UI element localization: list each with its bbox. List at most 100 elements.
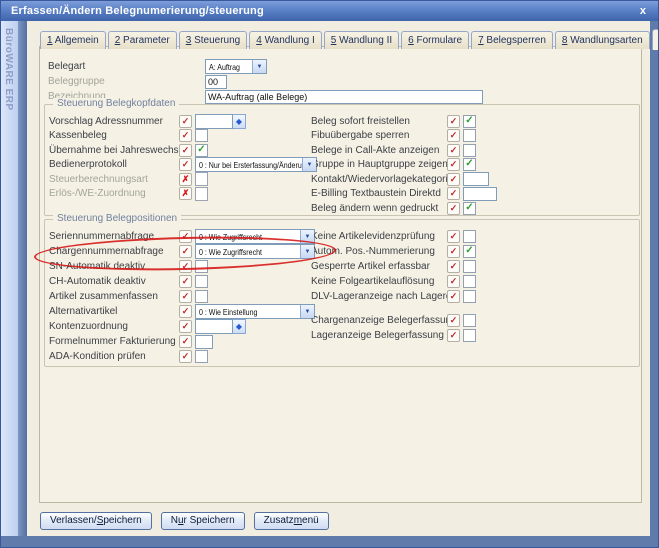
chevron-down-icon[interactable]: ▼ [302,158,316,171]
edit-allowed-icon[interactable]: ✓ [179,320,192,333]
dropdown-chargennummernabfrage[interactable]: 0 : Wie Zugriffsrecht▼ [195,244,315,259]
edit-locked-icon[interactable]: ✗ [179,187,192,200]
tab-3-steuerung[interactable]: 3 Steuerung [179,31,248,49]
text-input-beleggruppe[interactable]: 00 [205,75,227,89]
edit-allowed-icon[interactable]: ✓ [447,129,460,142]
form-row-erl-s-we-zuordnung: Erlös-/WE-Zuordnung✗ [49,187,317,202]
spin-field[interactable] [195,319,233,334]
text-input-formelnummer-fakturierung[interactable] [195,335,213,349]
checkbox-keine-folgeartikelaufl-sung[interactable] [463,275,476,288]
checkbox-sn-automatik-deaktiv[interactable] [195,260,208,273]
edit-allowed-icon[interactable]: ✓ [179,260,192,273]
field-label: Lageranzeige Belegerfassung [311,330,447,341]
dropdown-alternativartikel[interactable]: 0 : Wie Einstellung▼ [195,304,315,319]
checkbox-autom-pos-nummerierung[interactable]: ✓ [463,245,476,258]
edit-allowed-icon[interactable]: ✓ [179,290,192,303]
checkbox-gesperrte-artikel-erfassbar[interactable] [463,260,476,273]
checkbox-artikel-zusammenfassen[interactable] [195,290,208,303]
edit-allowed-icon[interactable]: ✓ [447,144,460,157]
tab-7-belegsperren[interactable]: 7 Belegsperren [471,31,553,49]
edit-allowed-icon[interactable]: ✓ [447,290,460,303]
edit-allowed-icon[interactable]: ✓ [447,230,460,243]
edit-allowed-icon[interactable]: ✓ [179,245,192,258]
edit-allowed-icon[interactable]: ✓ [447,329,460,342]
field-label: ADA-Kondition prüfen [49,351,179,362]
text-input-bezeichnung[interactable]: WA-Auftrag (alle Belege) [205,90,483,104]
group-title: Steuerung Belegpositionen [53,213,181,224]
diamond-lookup-icon[interactable]: ◆ [233,114,246,129]
tab-5-wandlung-ii[interactable]: 5 Wandlung II [324,31,399,49]
field-label: Gesperrte Artikel erfassbar [311,261,447,272]
dropdown-seriennummernabfrage[interactable]: 0 : Wie Zugriffsrecht▼ [195,229,315,244]
form-row-dlv-lageranzeige-nach-lagerort: DLV-Lageranzeige nach Lagerort✓ [311,289,476,304]
tab-8-wandlungsarten[interactable]: 8 Wandlungsarten [555,31,650,49]
edit-allowed-icon[interactable]: ✓ [179,115,192,128]
checkbox-bernahme-bei-jahreswechsel[interactable]: ✓ [195,144,208,157]
checkbox-beleg-sofort-freistellen[interactable]: ✓ [463,115,476,128]
checkbox-chargenanzeige-belegerfassung[interactable] [463,314,476,327]
chevron-down-icon[interactable]: ▼ [300,230,314,243]
edit-allowed-icon[interactable]: ✓ [447,158,460,171]
checkbox-dlv-lageranzeige-nach-lagerort[interactable] [463,290,476,303]
edit-allowed-icon[interactable]: ✓ [179,158,192,171]
disabled-box [195,172,208,186]
title-bar[interactable]: Erfassen/Ändern Belegnumerierung/steueru… [1,1,658,21]
checkbox-beleg-ndern-wenn-gedruckt[interactable]: ✓ [463,202,476,215]
edit-allowed-icon[interactable]: ✓ [447,275,460,288]
field-label: Artikel zusammenfassen [49,291,179,302]
chevron-down-icon[interactable]: ▼ [252,60,266,73]
checkbox-ada-kondition-pr-fen[interactable] [195,350,208,363]
tab-a-sonstige[interactable]: A Sonstige [652,29,659,50]
group-steuerung-belegkopfdaten: Steuerung Belegkopfdaten Vorschlag Adres… [44,104,640,216]
text-input-e-billing-textbaustein-direktd[interactable] [463,187,497,201]
checkbox-gruppe-in-hauptgruppe-zeigen[interactable]: ✓ [463,158,476,171]
group-column-left: Vorschlag Adressnummer✓◆Kassenbeleg✓Über… [49,114,317,201]
checkbox-kassenbeleg[interactable] [195,129,208,142]
edit-allowed-icon[interactable]: ✓ [179,335,192,348]
checkbox-fibu-bergabe-sperren[interactable] [463,129,476,142]
edit-allowed-icon[interactable]: ✓ [179,129,192,142]
chevron-down-icon[interactable]: ▼ [300,305,314,318]
edit-allowed-icon[interactable]: ✓ [447,115,460,128]
spin-field[interactable] [195,114,233,129]
edit-locked-icon[interactable]: ✗ [179,173,192,186]
checkbox-lageranzeige-belegerfassung[interactable] [463,329,476,342]
edit-allowed-icon[interactable]: ✓ [179,144,192,157]
button-verlassen-speichern[interactable]: Verlassen/Speichern [40,512,152,530]
edit-allowed-icon[interactable]: ✓ [179,350,192,363]
checkbox-belege-in-call-akte-anzeigen[interactable] [463,144,476,157]
edit-allowed-icon[interactable]: ✓ [447,173,460,186]
chevron-down-icon[interactable]: ▼ [300,245,314,258]
field-label: Belege in Call-Akte anzeigen [311,145,447,156]
tab-4-wandlung-i[interactable]: 4 Wandlung I [249,31,322,49]
group-column-left: Seriennummernabfrage✓0 : Wie Zugriffsrec… [49,229,315,364]
edit-allowed-icon[interactable]: ✓ [447,260,460,273]
checkbox-ch-automatik-deaktiv[interactable] [195,275,208,288]
button-zusatzmen[interactable]: Zusatzmenü [254,512,329,530]
tab-6-formulare[interactable]: 6 Formulare [401,31,469,49]
field-label: Keine Folgeartikelauflösung [311,276,447,287]
disabled-box [195,187,208,201]
dropdown-bedienerprotokoll[interactable]: 0 : Nur bei Ersterfassung/Änderung▼ [195,157,317,172]
tab-2-parameter[interactable]: 2 Parameter [108,31,177,49]
edit-allowed-icon[interactable]: ✓ [447,187,460,200]
close-icon[interactable]: x [638,5,648,17]
diamond-lookup-icon[interactable]: ◆ [233,319,246,334]
group-steuerung-belegpositionen: Steuerung Belegpositionen Seriennummerna… [44,219,640,367]
edit-allowed-icon[interactable]: ✓ [447,245,460,258]
edit-allowed-icon[interactable]: ✓ [447,202,460,215]
checkbox-keine-artikelevidenzpr-fung[interactable] [463,230,476,243]
edit-allowed-icon[interactable]: ✓ [179,275,192,288]
group-title: Steuerung Belegkopfdaten [53,98,179,109]
spin-input-vorschlag-adressnummer[interactable]: ◆ [195,114,246,129]
form-row-autom-pos-nummerierung: Autom. Pos.-Nummerierung✓✓ [311,244,476,259]
spin-input-kontenzuordnung[interactable]: ◆ [195,319,246,334]
tab-1-allgemein[interactable]: 1 Allgemein [40,31,106,49]
edit-allowed-icon[interactable]: ✓ [447,314,460,327]
right-frame-band [650,21,658,547]
edit-allowed-icon[interactable]: ✓ [179,305,192,318]
dropdown-belegart[interactable]: A: Auftrag▼ [205,59,267,74]
text-input-kontakt-wiedervorlagekategorie[interactable] [463,172,489,186]
button-nur-speichern[interactable]: Nur Speichern [161,512,245,530]
edit-allowed-icon[interactable]: ✓ [179,230,192,243]
